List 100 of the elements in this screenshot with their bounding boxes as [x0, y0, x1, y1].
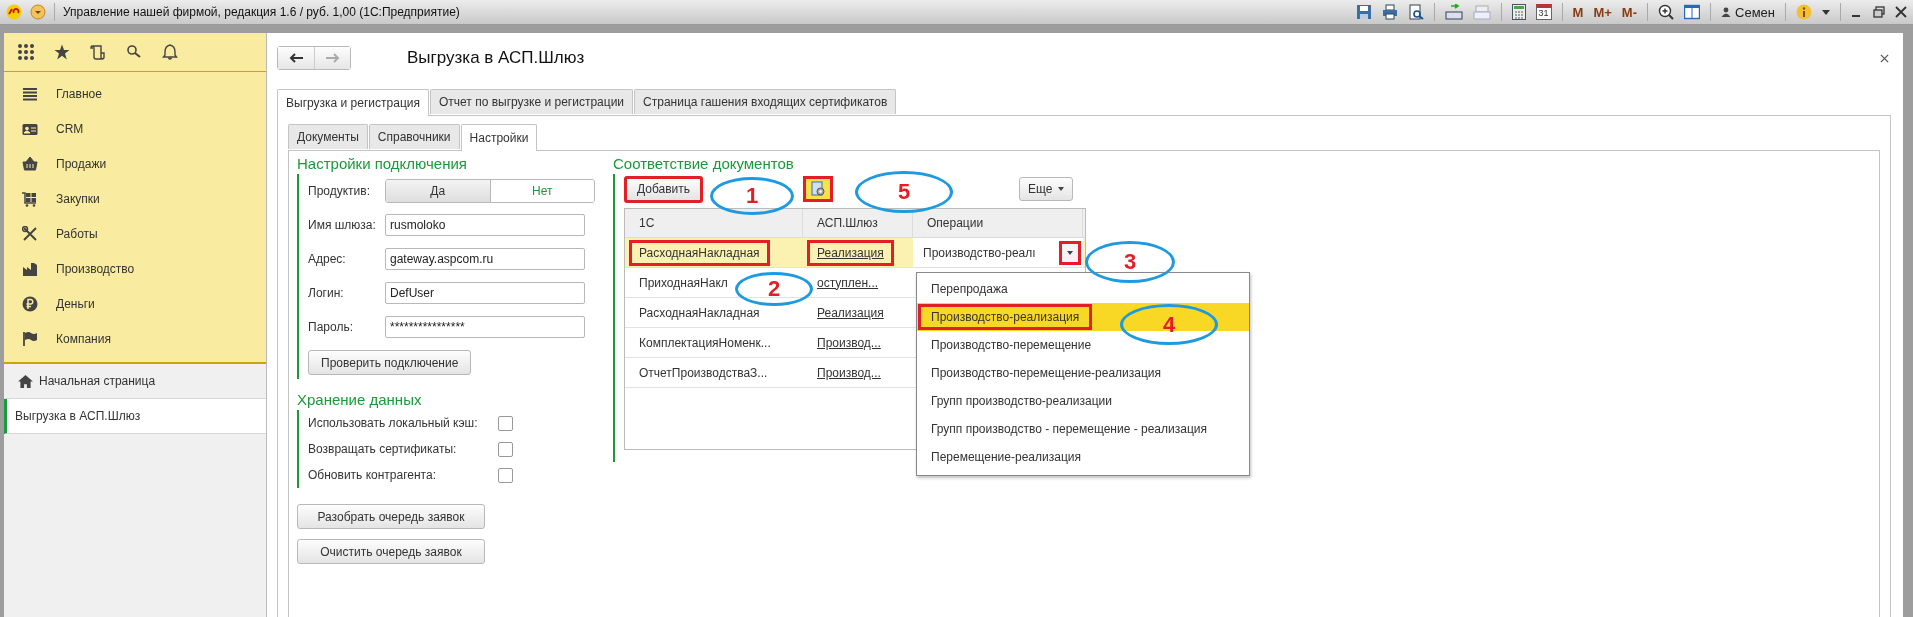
dropdown-item[interactable]: Групп производство - перемещение - реализация [917, 415, 1249, 443]
menu-dropdown-icon[interactable] [30, 4, 46, 20]
checkbox-label: Использовать локальный кэш: [308, 416, 479, 430]
checkbox-label: Возвращать сертификаты: [308, 442, 458, 456]
export-icon[interactable] [1444, 4, 1463, 20]
field-label: Продуктив: [308, 184, 371, 198]
tab[interactable]: Справочники [368, 124, 460, 149]
check-connection-button[interactable]: Проверить подключение [308, 350, 472, 375]
flag-icon [22, 330, 38, 347]
cart-icon [22, 190, 38, 207]
more-button[interactable]: Еще [1019, 177, 1074, 201]
close-icon[interactable] [1895, 6, 1907, 18]
form-title: Выгрузка в АСП.Шлюз [407, 48, 585, 68]
queue-button[interactable]: Разобрать очередь заявок [297, 504, 485, 529]
zoom-icon[interactable] [1658, 4, 1675, 20]
save-icon[interactable] [1355, 4, 1372, 20]
add-button[interactable]: Добавить [624, 175, 704, 203]
basket-icon [22, 155, 38, 172]
table-link[interactable]: Производ... [807, 329, 891, 356]
sidebar-item[interactable]: Компания [4, 321, 266, 356]
factory-icon [22, 260, 38, 277]
toggle-option[interactable]: Да [386, 180, 491, 202]
app-logo-icon[interactable] [6, 4, 22, 20]
settings-icon [810, 181, 827, 197]
tab[interactable]: Настройки [460, 124, 538, 151]
ruble-coin-icon [22, 295, 38, 312]
checkbox[interactable] [498, 441, 513, 457]
text-field[interactable]: gateway.aspcom.ru [385, 248, 585, 270]
apps-grid-icon[interactable] [18, 44, 34, 60]
text-field[interactable]: **************** [385, 316, 585, 338]
back-button[interactable] [278, 47, 314, 69]
tab[interactable]: Отчет по выгрузке и регистрации [429, 89, 634, 114]
column-header[interactable]: АСП.Шлюз [803, 209, 913, 237]
tools-icon [22, 225, 38, 242]
callout-marker: 5 [855, 171, 953, 213]
calendar-button[interactable]: 31 [1535, 4, 1552, 20]
queue-button[interactable]: Очистить очередь заявок [297, 539, 485, 564]
field-label: Логин: [308, 286, 345, 300]
sidebar-item[interactable]: Продажи [4, 146, 266, 181]
tab[interactable]: Выгрузка и регистрация [277, 89, 429, 116]
user-icon [1721, 7, 1732, 17]
history-scroll-icon[interactable] [90, 44, 106, 60]
sidebar-item[interactable]: CRM [4, 111, 266, 146]
panels-icon[interactable] [1684, 4, 1701, 20]
search-icon[interactable] [126, 44, 142, 60]
memory-button[interactable]: M [1572, 4, 1584, 20]
window-title: Управление нашей фирмой, редакция 1.6 / руб. 1,00 (1С:Предприятие) [63, 5, 460, 19]
field-label: Пароль: [308, 320, 354, 334]
checkbox-label: Обновить контрагента: [308, 468, 437, 482]
checkbox[interactable] [498, 415, 513, 431]
memory-button[interactable]: M- [1621, 4, 1638, 20]
sidebar-item[interactable]: Главное [4, 76, 266, 111]
column-header[interactable]: 1С [625, 209, 803, 237]
table-link[interactable]: Реализация [807, 239, 894, 266]
table-cell-text: КомплектацияНоменк... [638, 334, 772, 352]
open-window-item[interactable]: Выгрузка в АСП.Шлюз [4, 399, 266, 434]
checkbox[interactable] [498, 467, 513, 483]
dropdown-item[interactable]: Перемещение-реализация [917, 443, 1249, 471]
restore-icon[interactable] [1873, 6, 1885, 18]
field-label: Имя шлюза: [308, 218, 377, 232]
preview-icon[interactable] [1407, 4, 1424, 20]
section-heading: Настройки подключения [297, 155, 467, 172]
tab[interactable]: Документы [288, 124, 368, 149]
text-field[interactable]: rusmoloko [385, 214, 585, 236]
caret-icon[interactable] [1822, 9, 1830, 15]
user-button[interactable]: Семен [1721, 4, 1775, 20]
column-header[interactable]: Операции [913, 209, 1083, 237]
callout-marker: 4 [1120, 304, 1218, 345]
home-icon [18, 374, 33, 388]
table-cell-text: ОтчетПроизводстваЗ... [638, 364, 769, 382]
callout-marker: 2 [735, 272, 813, 306]
caret-icon [1067, 250, 1073, 255]
bell-icon[interactable] [162, 44, 178, 60]
dropdown-button[interactable] [1059, 240, 1081, 265]
print-icon[interactable] [1381, 4, 1398, 20]
back-arrow-icon [289, 53, 303, 63]
caret-icon [1058, 187, 1065, 191]
table-cell-text: ПриходнаяНакл [638, 274, 729, 292]
settings-button[interactable] [803, 176, 834, 202]
lines-icon [22, 85, 38, 102]
sidebar-item[interactable]: Деньги [4, 286, 266, 321]
memory-button[interactable]: M+ [1593, 4, 1612, 20]
callout-marker: 3 [1085, 241, 1175, 283]
sidebar-item[interactable]: Закупки [4, 181, 266, 216]
table-link[interactable]: Производ... [807, 359, 891, 386]
text-field[interactable]: DefUser [385, 282, 585, 304]
forward-arrow-icon [325, 53, 340, 63]
sidebar-item[interactable]: Производство [4, 251, 266, 286]
sidebar-item[interactable]: Работы [4, 216, 266, 251]
tab[interactable]: Страница гашения входящих сертификатов [634, 89, 897, 114]
callout-marker: 1 [710, 177, 794, 215]
table-cell: РасходнаяНакладная [629, 239, 770, 266]
table-row[interactable]: РасходнаяНакладная Реализация Производство-реалı [625, 238, 1085, 268]
calculator-icon[interactable] [1511, 4, 1526, 20]
dropdown-item[interactable]: Групп производство-реализации [917, 387, 1249, 415]
section-heading: Хранение данных [297, 391, 422, 408]
info-icon[interactable] [1796, 4, 1812, 20]
section-heading: Соответствие документов [613, 155, 794, 172]
star-icon[interactable] [54, 44, 70, 60]
close-icon[interactable] [1880, 53, 1889, 63]
